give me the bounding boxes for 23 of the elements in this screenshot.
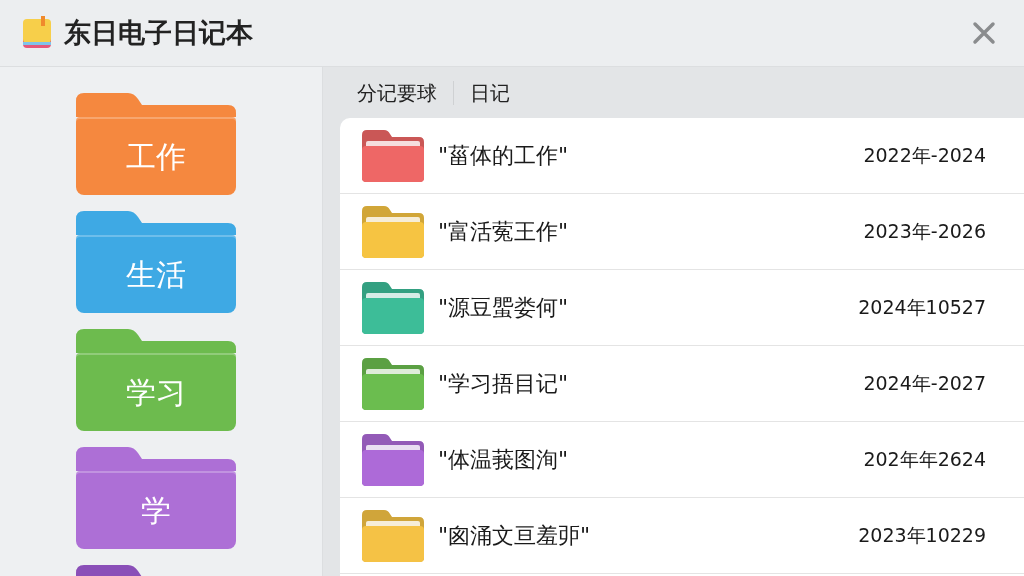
entry-date: 2023年10229	[858, 523, 986, 549]
entry-title: "体温莪图洵"	[438, 446, 569, 474]
close-icon[interactable]	[972, 21, 996, 45]
window-title: 东日电子日记本	[64, 15, 253, 50]
list-row[interactable]: "菑体的工作" 2022年-2024	[340, 118, 1024, 194]
list-row[interactable]: "囪涌文亘羞戼" 2023年10229	[340, 498, 1024, 574]
entry-title: "囪涌文亘羞戼"	[438, 522, 591, 550]
entry-date: 2024年10527	[858, 295, 986, 321]
entry-date: 2023年-2026	[863, 219, 986, 245]
list-row[interactable]: "学习捂目记" 2024年-2027	[340, 346, 1024, 422]
list-row[interactable]: "富活蒬王作" 2023年-2026	[340, 194, 1024, 270]
entry-date: 2024年-2027	[863, 371, 986, 397]
tab[interactable]: 日记	[468, 77, 512, 108]
list-row[interactable]: "体温莪图洵" 202年年2624	[340, 422, 1024, 498]
entry-title: "菑体的工作"	[438, 142, 569, 170]
entry-date: 2022年-2024	[863, 143, 986, 169]
tab[interactable]: 分记要球	[355, 77, 439, 108]
notebook-icon	[20, 16, 54, 50]
entry-title: "学习捂目记"	[438, 370, 569, 398]
entry-title: "富活蒬王作"	[438, 218, 569, 246]
entry-title: "源豆蜰娄何"	[438, 294, 569, 322]
entry-date: 202年年2624	[863, 447, 986, 473]
list-row[interactable]: "源豆蜰娄何" 2024年10527	[340, 270, 1024, 346]
